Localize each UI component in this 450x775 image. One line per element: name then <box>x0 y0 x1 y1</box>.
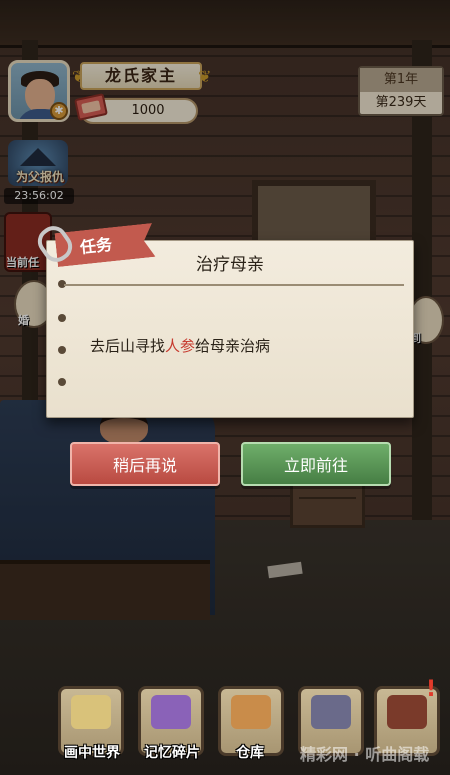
nav-painting-world-label: 画中世界 <box>64 745 120 761</box>
nav-memory-fragments-label: 记忆碎片 <box>144 745 200 761</box>
scroll-icon <box>71 695 111 729</box>
later-button[interactable]: 稍后再说 <box>70 442 220 486</box>
quest-title: 治疗母亲 <box>196 255 264 275</box>
quest-desc-highlight: 人参 <box>165 337 196 355</box>
warehouse-icon <box>231 695 271 729</box>
binder-hole <box>58 378 66 386</box>
quest-divider <box>64 284 404 286</box>
quest-description: 去后山寻找人参给母亲治病 <box>90 334 390 358</box>
door-icon <box>387 695 427 729</box>
go-now-button[interactable]: 立即前往 <box>241 442 391 486</box>
family-icon <box>311 695 351 729</box>
quest-desc-part2: 给母亲治病 <box>195 337 271 355</box>
watermark: 精彩网 · 听曲阁载 <box>300 745 430 764</box>
alert-icon: ! <box>426 677 437 702</box>
binder-hole <box>58 346 66 354</box>
nav-warehouse-label: 仓库 <box>236 745 264 761</box>
quest-desc-part1: 去后山寻找 <box>90 337 166 355</box>
binder-hole <box>58 314 66 322</box>
puzzle-icon <box>151 695 191 729</box>
